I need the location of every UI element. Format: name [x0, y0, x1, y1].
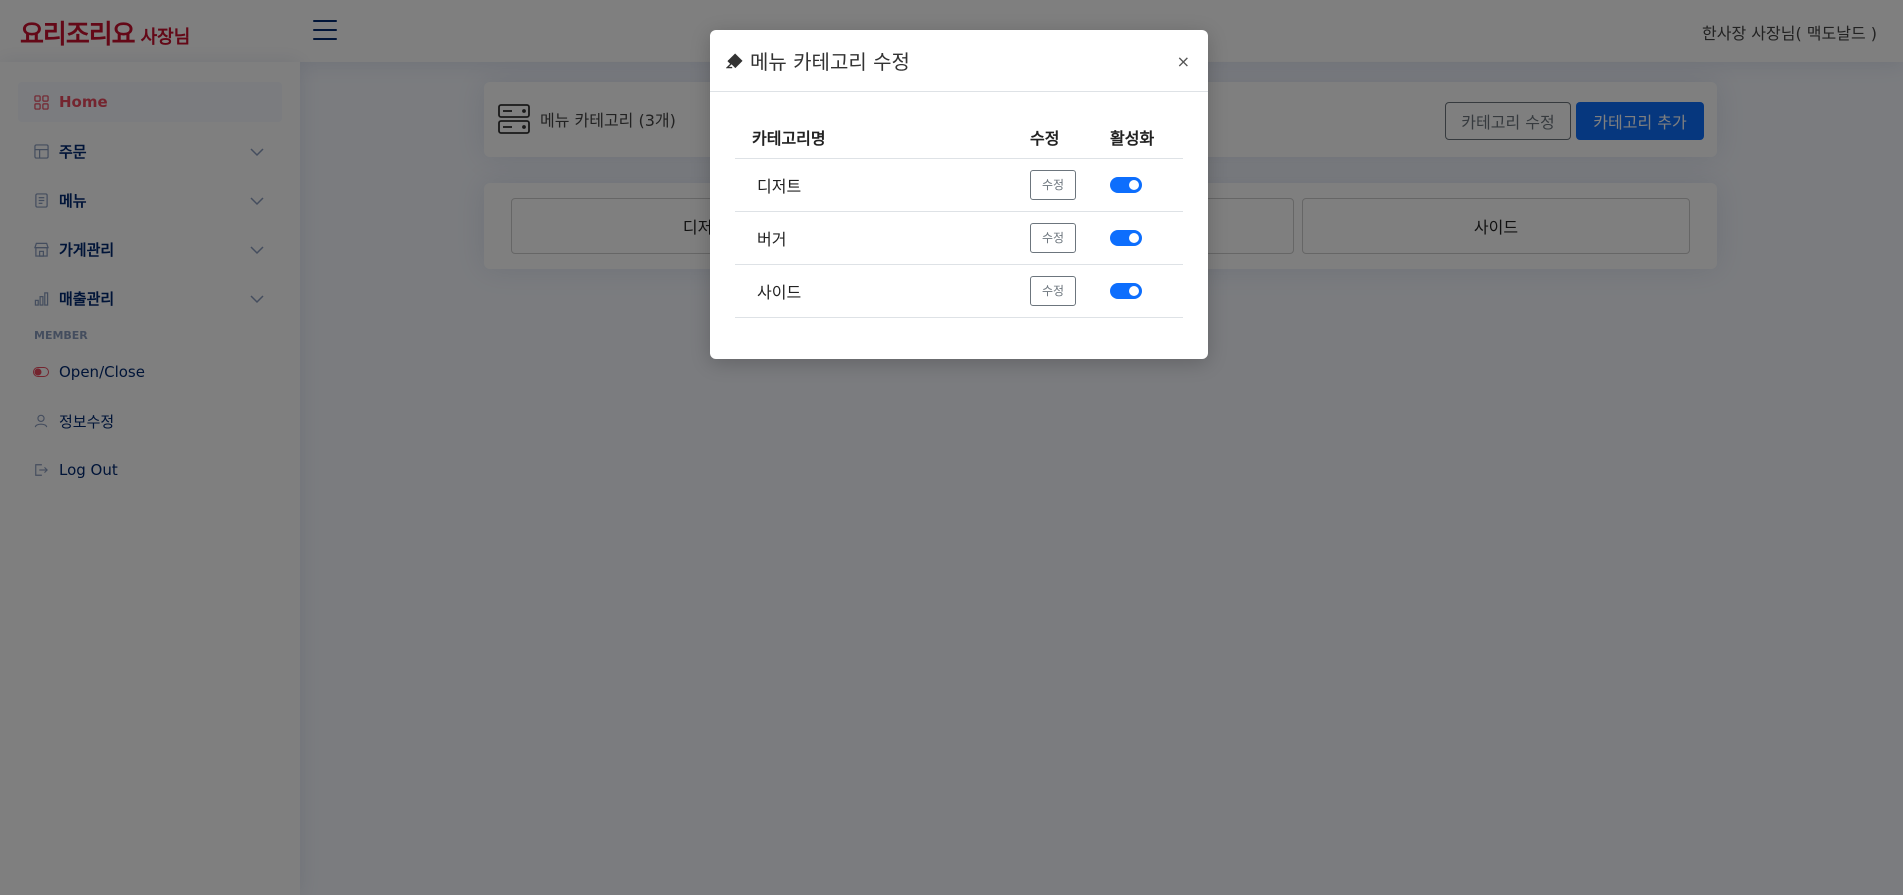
active-toggle-switch[interactable] [1110, 229, 1142, 246]
row-edit-button[interactable]: 수정 [1030, 222, 1076, 253]
column-header-edit: 수정 [1030, 116, 1110, 159]
active-toggle-switch[interactable] [1110, 176, 1142, 193]
category-name-cell: 버거 [735, 211, 1030, 265]
table-row: 디저트 수정 [735, 158, 1183, 212]
modal-body: 카테고리명 수정 활성화 디저트 수정 버거 수정 사이드 수정 [710, 92, 1208, 318]
category-name-cell: 디저트 [735, 158, 1030, 212]
active-toggle-switch[interactable] [1110, 282, 1142, 299]
category-name-cell: 사이드 [735, 264, 1030, 318]
table-row: 버거 수정 [735, 211, 1183, 265]
close-icon[interactable]: × [1177, 52, 1190, 71]
edit-category-modal: 메뉴 카테고리 수정 × 카테고리명 수정 활성화 디저트 수정 버거 수정 사… [710, 30, 1208, 359]
eraser-icon [726, 52, 743, 68]
row-edit-button[interactable]: 수정 [1030, 275, 1076, 306]
modal-title-text: 메뉴 카테고리 수정 [750, 50, 910, 74]
table-header-row: 카테고리명 수정 활성화 [735, 116, 1183, 159]
category-table: 카테고리명 수정 활성화 디저트 수정 버거 수정 사이드 수정 [735, 116, 1183, 318]
column-header-active: 활성화 [1110, 116, 1183, 159]
row-edit-button[interactable]: 수정 [1030, 169, 1076, 200]
modal-title: 메뉴 카테고리 수정 [726, 46, 910, 75]
column-header-name: 카테고리명 [735, 116, 1030, 159]
modal-header: 메뉴 카테고리 수정 × [710, 30, 1208, 92]
table-row: 사이드 수정 [735, 264, 1183, 318]
